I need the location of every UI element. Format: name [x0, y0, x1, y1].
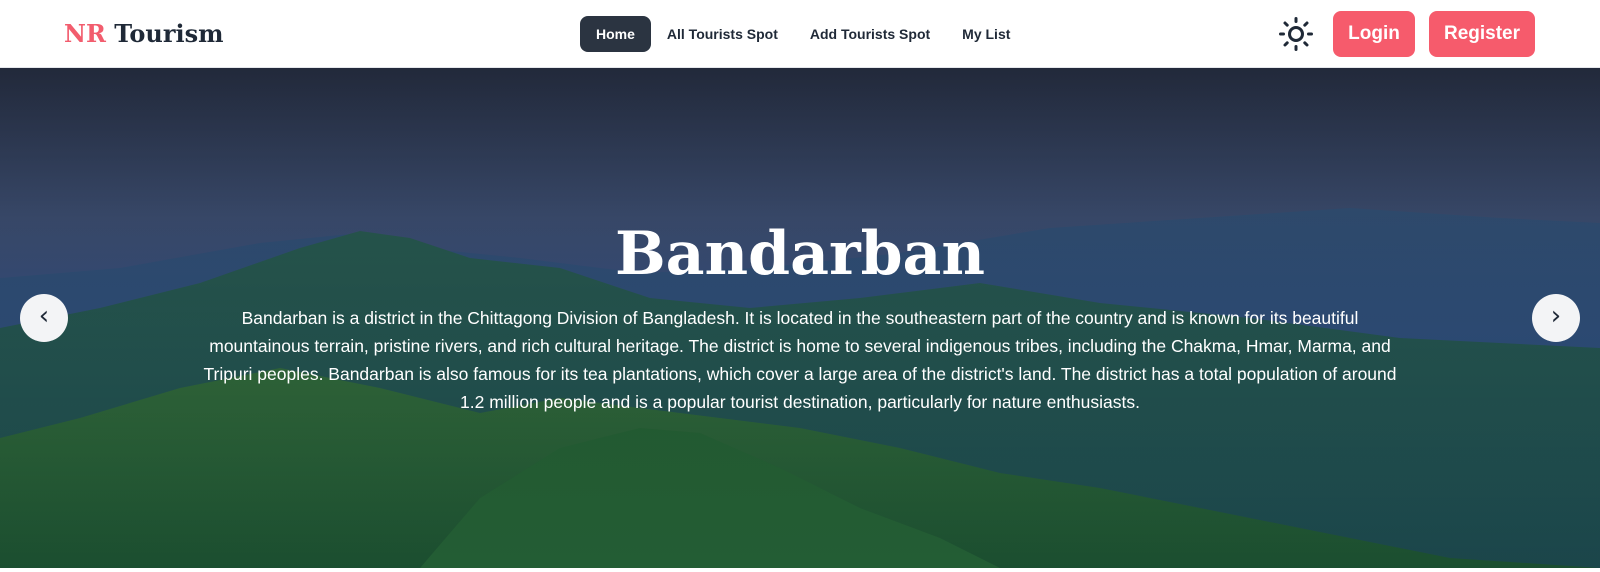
carousel-next-button[interactable]: ›	[1532, 294, 1580, 342]
nav-my-list[interactable]: My List	[946, 16, 1026, 52]
nav-add-tourists-spot[interactable]: Add Tourists Spot	[794, 16, 946, 52]
navbar: NR Tourism Home All Tourists Spot Add To…	[0, 0, 1600, 68]
register-button[interactable]: Register	[1429, 11, 1535, 57]
carousel-prev-button[interactable]: ‹	[20, 294, 68, 342]
sun-icon	[1279, 17, 1313, 51]
hero-description: Bandarban is a district in the Chittagon…	[203, 308, 1397, 412]
hero-title: Bandarban	[614, 219, 986, 289]
hero-carousel: ‹ › Bandarban Bandarban is a district in…	[0, 68, 1600, 568]
theme-toggle[interactable]	[1278, 16, 1314, 52]
brand-name: Tourism	[114, 19, 224, 48]
nav-all-tourists-spot[interactable]: All Tourists Spot	[651, 16, 794, 52]
brand-accent: NR	[64, 19, 106, 48]
brand-logo[interactable]: NR Tourism	[64, 18, 223, 50]
login-button[interactable]: Login	[1333, 11, 1415, 57]
nav-home[interactable]: Home	[580, 16, 651, 52]
main-menu: Home All Tourists Spot Add Tourists Spot…	[580, 16, 1026, 52]
